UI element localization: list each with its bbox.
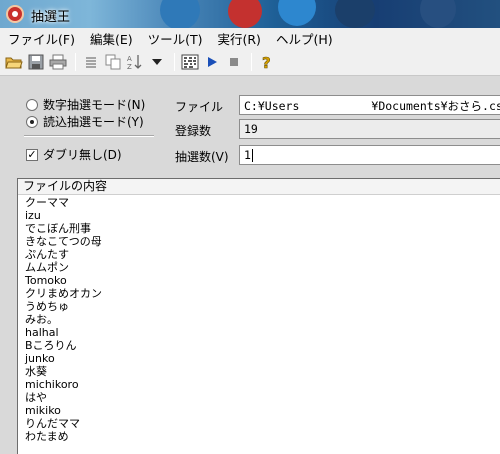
copy-icon[interactable]	[103, 52, 123, 72]
list-item[interactable]: mikiko	[25, 404, 102, 417]
checkmark-icon[interactable]: ✓	[26, 148, 38, 161]
radio-load-label: 読込抽選モード(Y)	[43, 115, 144, 129]
menu-file[interactable]: ファイル(F)	[7, 29, 76, 48]
radio-button-selected[interactable]	[26, 115, 38, 128]
list-header: ファイルの内容	[18, 179, 500, 195]
no-duplicates-label: ダブリ無し(D)	[43, 148, 122, 162]
mode-panel: 数字抽選モード(N) 読込抽選モード(Y) ✓ ダブリ無し(D)	[18, 88, 160, 166]
list-item[interactable]: junko	[25, 352, 102, 365]
svg-text:?: ?	[262, 54, 271, 71]
list-item[interactable]: クーママ	[25, 196, 102, 209]
shuffle-icon[interactable]	[180, 52, 200, 72]
file-path-prefix: C:¥Users	[244, 99, 300, 113]
list-item[interactable]: クリまめオカン	[25, 287, 102, 300]
help-icon[interactable]: ?	[257, 52, 277, 72]
menu-run[interactable]: 実行(R)	[217, 29, 262, 48]
list-item[interactable]: ムムポン	[25, 261, 102, 274]
menu-tools[interactable]: ツール(T)	[147, 29, 204, 48]
file-label: ファイル	[175, 100, 224, 114]
file-path-suffix: ¥Documents¥おさら.cs	[371, 99, 500, 113]
registered-count-field: 19	[239, 119, 500, 139]
list-item[interactable]: はや	[25, 391, 102, 404]
list-icon[interactable]	[81, 52, 101, 72]
list-item[interactable]: みお。	[25, 313, 102, 326]
draw-count-value: 1	[244, 148, 251, 162]
dropdown-icon[interactable]	[147, 52, 167, 72]
text-cursor	[251, 149, 253, 162]
list-item[interactable]: halhal	[25, 326, 102, 339]
list-item[interactable]: りんだママ	[25, 417, 102, 430]
file-content-list[interactable]: ファイルの内容 クーママ izu でこぼん刑事 きなこてつの母 ぷんたす ムムポン Tomo…	[17, 178, 500, 454]
registered-count-value: 19	[244, 122, 258, 136]
list-item[interactable]: izu	[25, 209, 102, 222]
no-duplicates-checkbox[interactable]: ✓ ダブリ無し(D)	[26, 146, 122, 163]
list-item[interactable]: ぷんたす	[25, 248, 102, 261]
toolbar-separator	[174, 52, 175, 71]
save-icon[interactable]	[26, 52, 46, 72]
registered-count-label: 登録数	[175, 124, 212, 138]
radio-numeric-mode[interactable]: 数字抽選モード(N)	[26, 96, 145, 113]
svg-text:A: A	[127, 55, 132, 63]
title-bar[interactable]: 抽選王	[0, 0, 500, 28]
list-item[interactable]: うめちゅ	[25, 300, 102, 313]
menu-bar: ファイル(F) 編集(E) ツール(T) 実行(R) ヘルプ(H)	[0, 28, 500, 48]
menu-edit[interactable]: 編集(E)	[89, 29, 134, 48]
menu-help[interactable]: ヘルプ(H)	[275, 29, 334, 48]
draw-count-input[interactable]: 1	[239, 145, 500, 165]
toolbar: AZ ?	[0, 48, 500, 76]
list-item[interactable]: Tomoko	[25, 274, 102, 287]
window-title: 抽選王	[31, 10, 71, 25]
radio-button[interactable]	[26, 98, 38, 111]
list-body: クーママ izu でこぼん刑事 きなこてつの母 ぷんたす ムムポン Tomoko クリまめオカ…	[25, 196, 102, 443]
mode-divider	[24, 135, 154, 137]
print-icon[interactable]	[48, 52, 68, 72]
list-item[interactable]: わたまめ	[25, 430, 102, 443]
file-path-field[interactable]: C:¥Users ¥Documents¥おさら.cs	[239, 95, 500, 115]
app-icon	[6, 5, 24, 23]
list-item[interactable]: でこぼん刑事	[25, 222, 102, 235]
redacted-username	[299, 99, 372, 114]
draw-count-label: 抽選数(V)	[175, 150, 229, 164]
sort-icon[interactable]: AZ	[125, 52, 145, 72]
list-item[interactable]: michikoro	[25, 378, 102, 391]
open-folder-icon[interactable]	[4, 52, 24, 72]
svg-text:Z: Z	[127, 63, 132, 71]
toolbar-separator	[251, 52, 252, 71]
list-item[interactable]: きなこてつの母	[25, 235, 102, 248]
list-item[interactable]: Bころりん	[25, 339, 102, 352]
radio-numeric-label: 数字抽選モード(N)	[43, 98, 146, 112]
stop-icon[interactable]	[224, 52, 244, 72]
info-panel: ファイル C:¥Users ¥Documents¥おさら.cs 登録数 19 抽選…	[167, 88, 500, 168]
radio-load-mode[interactable]: 読込抽選モード(Y)	[26, 113, 144, 130]
list-item[interactable]: 水葵	[25, 365, 102, 378]
play-icon[interactable]	[202, 52, 222, 72]
toolbar-separator	[75, 52, 76, 71]
